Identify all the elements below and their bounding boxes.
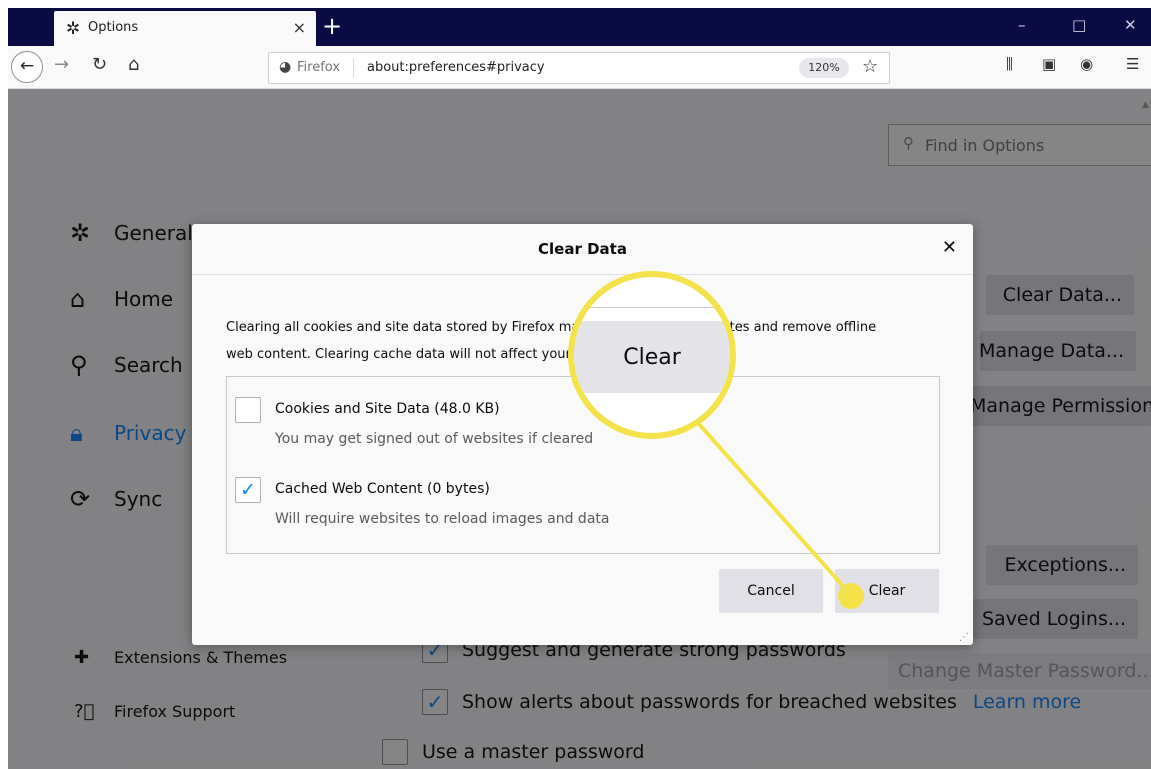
callout-dot xyxy=(838,583,864,609)
magnifier-callout: Clear xyxy=(568,271,736,439)
lens-clear-text: Clear xyxy=(623,345,681,370)
browser-window: ✲ Options × + – □ ✕ ← → ↻ ⌂ ◕ Firefox ab… xyxy=(8,8,1151,769)
lens-divider xyxy=(574,307,730,308)
